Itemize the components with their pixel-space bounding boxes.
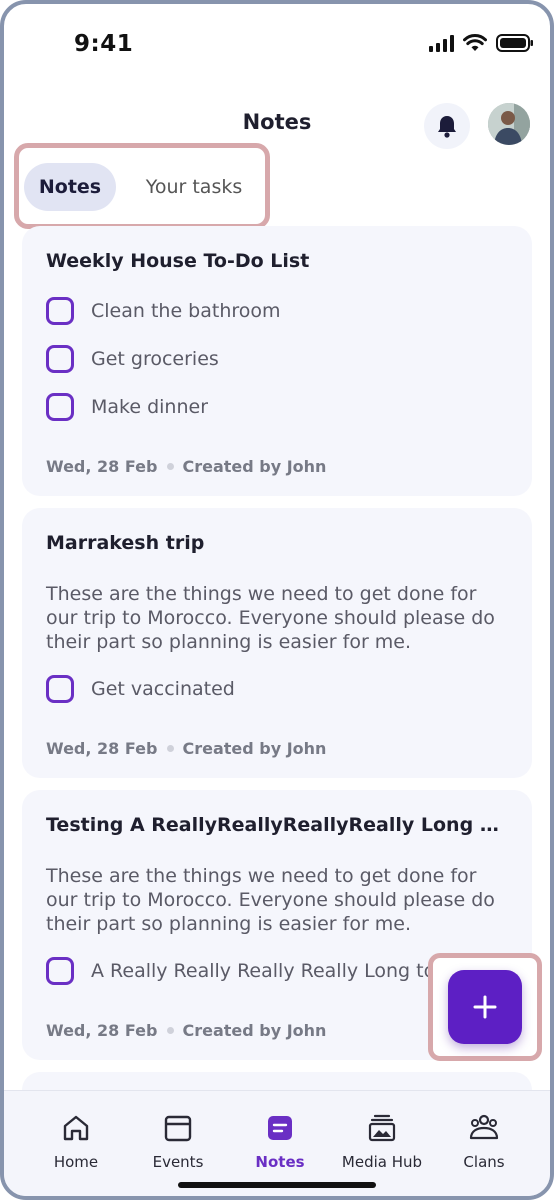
note-meta: Wed, 28 Feb Created by John	[46, 456, 326, 476]
task-checkbox[interactable]	[46, 957, 74, 985]
task-checkbox[interactable]	[46, 345, 74, 373]
note-meta: Wed, 28 Feb Created by John	[46, 1020, 326, 1040]
task-label: A Really Really Really Really Long to do	[91, 960, 465, 982]
home-icon	[61, 1112, 91, 1144]
task-label: Get vaccinated	[91, 678, 235, 700]
task-item: Make dinner	[46, 392, 506, 422]
nav-label: Events	[152, 1153, 204, 1171]
nav-item-events[interactable]: Events	[128, 1091, 228, 1181]
task-label: Clean the bathroom	[91, 300, 281, 322]
calendar-icon	[163, 1112, 193, 1144]
separator-dot	[167, 744, 175, 752]
note-date: Wed, 28 Feb	[46, 738, 158, 758]
task-label: Make dinner	[91, 396, 209, 418]
task-label: Get groceries	[91, 348, 219, 370]
task-item: Get vaccinated	[46, 674, 506, 704]
note-title: Weekly House To-Do List	[46, 250, 310, 272]
nav-label: Home	[53, 1153, 99, 1171]
note-title: Testing A ReallyReallyReallyReally Long …	[46, 814, 512, 836]
media-hub-icon	[367, 1112, 397, 1144]
avatar-photo-icon	[488, 103, 530, 145]
nav-item-home[interactable]: Home	[26, 1091, 126, 1181]
status-icons	[429, 34, 534, 52]
tab-notes[interactable]: Notes	[24, 163, 116, 211]
avatar[interactable]	[488, 103, 530, 145]
status-time: 9:41	[74, 31, 134, 57]
plus-icon	[473, 995, 497, 1019]
note-creator: Created by John	[182, 456, 327, 476]
nav-label: Clans	[463, 1153, 505, 1171]
signal-icon	[429, 34, 454, 52]
battery-icon	[496, 34, 534, 52]
task-checkbox[interactable]	[46, 297, 74, 325]
note-title: Marrakesh trip	[46, 532, 205, 554]
notifications-button[interactable]	[424, 103, 470, 149]
task-item: Clean the bathroom	[46, 296, 506, 326]
task-checkbox[interactable]	[46, 675, 74, 703]
bell-icon	[438, 116, 456, 138]
separator-dot	[167, 1026, 175, 1034]
wifi-icon	[463, 34, 487, 52]
note-date: Wed, 28 Feb	[46, 456, 158, 476]
home-indicator	[178, 1182, 376, 1188]
add-note-button[interactable]	[448, 970, 522, 1044]
nav-item-media-hub[interactable]: Media Hub	[332, 1091, 432, 1181]
note-card[interactable]: Marrakesh trip These are the things we n…	[22, 508, 532, 778]
note-creator: Created by John	[182, 738, 327, 758]
task-item: Get groceries	[46, 344, 506, 374]
note-creator: Created by John	[182, 1020, 327, 1040]
note-meta: Wed, 28 Feb Created by John	[46, 738, 326, 758]
task-checkbox[interactable]	[46, 393, 74, 421]
note-body: These are the things we need to get done…	[46, 865, 495, 935]
note-date: Wed, 28 Feb	[46, 1020, 158, 1040]
tab-your-tasks[interactable]: Your tasks	[130, 163, 258, 211]
nav-item-notes[interactable]: Notes	[230, 1091, 330, 1181]
nav-label: Media Hub	[341, 1153, 423, 1171]
clans-icon	[468, 1112, 500, 1144]
separator-dot	[167, 462, 175, 470]
nav-label: Notes	[255, 1153, 305, 1171]
note-card[interactable]: Weekly House To-Do List Clean the bathro…	[22, 226, 532, 496]
notes-icon	[265, 1112, 295, 1144]
status-bar: 9:41	[4, 4, 550, 88]
nav-item-clans[interactable]: Clans	[434, 1091, 534, 1181]
phone-frame: 9:41 Notes Notes Your tasks Weekly House…	[0, 0, 554, 1200]
note-body: These are the things we need to get done…	[46, 583, 495, 653]
